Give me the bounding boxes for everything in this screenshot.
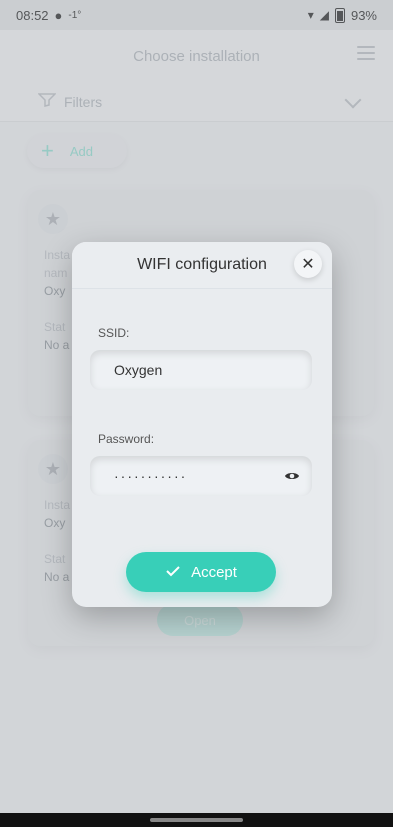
accept-button[interactable]: Accept bbox=[126, 552, 276, 592]
eye-icon[interactable] bbox=[284, 468, 300, 484]
close-button[interactable]: ✕ bbox=[294, 250, 322, 278]
dialog-header: WIFI configuration ✕ bbox=[72, 242, 332, 289]
password-value: ··········· bbox=[114, 468, 188, 484]
password-label: Password: bbox=[98, 432, 155, 446]
ssid-label: SSID: bbox=[98, 326, 130, 340]
home-indicator[interactable] bbox=[150, 818, 243, 822]
system-navigation-bar bbox=[0, 813, 393, 827]
ssid-field[interactable]: Oxygen bbox=[90, 350, 312, 390]
ssid-value: Oxygen bbox=[114, 362, 163, 378]
dialog-title: WIFI configuration bbox=[137, 256, 267, 273]
accept-label: Accept bbox=[191, 563, 237, 581]
wifi-config-dialog: WIFI configuration ✕ SSID: Oxygen Passwo… bbox=[72, 242, 332, 607]
close-icon: ✕ bbox=[301, 256, 315, 273]
check-icon bbox=[165, 564, 181, 581]
password-field[interactable]: ··········· bbox=[90, 456, 312, 496]
